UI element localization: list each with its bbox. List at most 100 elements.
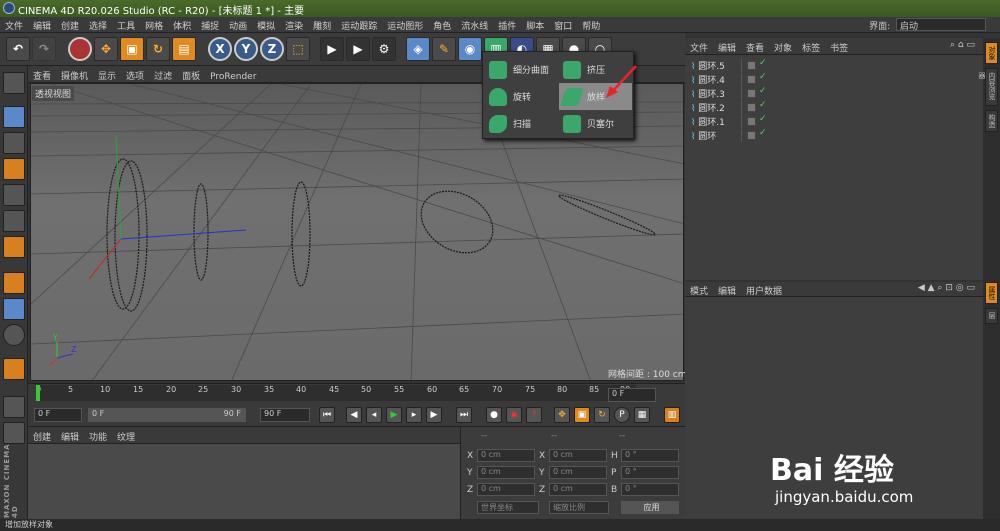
menu-select[interactable]: 选择 xyxy=(84,17,112,34)
tweak-mode-icon[interactable] xyxy=(3,298,25,320)
interface-dropdown[interactable]: 启动 xyxy=(896,18,986,32)
menu-plugins[interactable]: 插件 xyxy=(493,17,521,34)
scale-mode-dropdown[interactable]: 缩放比例 xyxy=(549,501,609,514)
bezier-item[interactable]: 贝塞尔 xyxy=(559,110,632,137)
apply-button[interactable]: 应用 xyxy=(621,501,679,514)
visibility-toggle[interactable] xyxy=(747,103,756,112)
timeline-window-icon[interactable]: ▥ xyxy=(664,407,680,423)
menu-simulate[interactable]: 模拟 xyxy=(252,17,280,34)
settings-icon[interactable]: ◎ xyxy=(956,283,964,293)
start-frame-field[interactable]: 0 F xyxy=(34,408,82,422)
home-icon[interactable]: ⌂ xyxy=(958,40,964,50)
coordinate-system-icon[interactable]: ⬚ xyxy=(286,37,310,61)
menu-pipeline[interactable]: 流水线 xyxy=(456,17,493,34)
tab-structure[interactable]: 构造 xyxy=(985,110,998,132)
lock-icon[interactable] xyxy=(3,396,25,418)
subdivision-icon[interactable]: ◉ xyxy=(458,37,482,61)
redo-icon[interactable]: ↷ xyxy=(32,37,56,61)
key-position-icon[interactable]: ✥ xyxy=(554,407,570,423)
menu-create[interactable]: 创建 xyxy=(56,17,84,34)
snap-icon[interactable] xyxy=(3,324,25,346)
object-row-ring-1[interactable]: ⌇ 圆环.1 ✓ xyxy=(691,114,971,128)
rotation-h-field[interactable]: 0 ° xyxy=(621,449,679,462)
end-frame-field[interactable]: 90 F xyxy=(260,408,310,422)
tab-attributes[interactable]: 属性 xyxy=(985,282,998,304)
enabled-check-icon[interactable]: ✓ xyxy=(759,114,767,124)
visibility-toggle[interactable] xyxy=(747,131,756,140)
visibility-toggle[interactable] xyxy=(747,75,756,84)
ring-4[interactable] xyxy=(114,160,148,312)
menu-window[interactable]: 窗口 xyxy=(549,17,577,34)
edges-mode-icon[interactable] xyxy=(3,210,25,232)
recent-tool-icon[interactable]: ▤ xyxy=(172,37,196,61)
undo-icon[interactable]: ↶ xyxy=(6,37,30,61)
enabled-check-icon[interactable]: ✓ xyxy=(759,58,767,68)
back-arrow-icon[interactable]: ◀ xyxy=(918,283,925,293)
position-y-field[interactable]: 0 cm xyxy=(477,466,535,479)
position-x-field[interactable]: 0 cm xyxy=(477,449,535,462)
render-settings-icon[interactable]: ⚙ xyxy=(372,37,396,61)
menu-sculpt[interactable]: 雕刻 xyxy=(308,17,336,34)
playhead-marker[interactable] xyxy=(36,385,40,401)
menu-tools[interactable]: 工具 xyxy=(112,17,140,34)
menu-help[interactable]: 帮助 xyxy=(577,17,605,34)
ring-2[interactable] xyxy=(291,181,311,287)
timeline-ruler[interactable]: 0 5 10 15 20 25 30 35 40 45 50 55 60 65 … xyxy=(36,385,636,401)
visibility-toggle[interactable] xyxy=(747,61,756,70)
enabled-check-icon[interactable]: ✓ xyxy=(759,128,767,138)
rotation-b-field[interactable]: 0 ° xyxy=(621,483,679,496)
scale-icon[interactable]: ▣ xyxy=(120,37,144,61)
menu-mesh[interactable]: 网格 xyxy=(140,17,168,34)
z-axis-button[interactable]: Z xyxy=(260,37,284,61)
points-mode-icon[interactable] xyxy=(3,184,25,206)
object-row-ring-2[interactable]: ⌇ 圆环.2 ✓ xyxy=(691,100,971,114)
size-y-field[interactable]: 0 cm xyxy=(549,466,607,479)
key-param-icon[interactable]: P xyxy=(614,407,630,423)
key-scale-icon[interactable]: ▣ xyxy=(574,407,590,423)
size-x-field[interactable]: 0 cm xyxy=(549,449,607,462)
search-icon[interactable]: ⌕ xyxy=(950,40,955,50)
object-row-ring-5[interactable]: ⌇ 圆环.5 ✓ xyxy=(691,58,971,72)
ring-5[interactable] xyxy=(106,158,140,310)
menu-edit[interactable]: 编辑 xyxy=(28,17,56,34)
ring[interactable] xyxy=(557,192,656,238)
next-frame-icon[interactable]: ▸ xyxy=(406,407,422,423)
axis-mode-icon[interactable] xyxy=(3,272,25,294)
current-frame-field[interactable]: 0 F xyxy=(608,388,656,402)
cube-icon[interactable]: ◈ xyxy=(406,37,430,61)
keyframe-selection-icon[interactable]: ? xyxy=(526,407,542,423)
workplane-icon[interactable] xyxy=(3,158,25,180)
visibility-toggle[interactable] xyxy=(747,117,756,126)
position-z-field[interactable]: 0 cm xyxy=(477,483,535,496)
size-z-field[interactable]: 0 cm xyxy=(549,483,607,496)
enabled-check-icon[interactable]: ✓ xyxy=(759,72,767,82)
next-key-icon[interactable]: ▶ xyxy=(426,407,442,423)
lock-icon[interactable]: ⊡ xyxy=(945,283,953,293)
visibility-toggle[interactable] xyxy=(747,89,756,98)
x-axis-button[interactable]: X xyxy=(208,37,232,61)
y-axis-button[interactable]: Y xyxy=(234,37,258,61)
live-selection-icon[interactable] xyxy=(68,37,92,61)
render-picture-viewer-icon[interactable]: ▶ xyxy=(346,37,370,61)
model-mode-icon[interactable] xyxy=(3,106,25,128)
magnet-icon[interactable] xyxy=(3,358,25,380)
rotation-p-field[interactable]: 0 ° xyxy=(621,466,679,479)
ring-3[interactable] xyxy=(193,183,209,281)
up-arrow-icon[interactable]: ▲ xyxy=(928,283,935,293)
subdivision-surface-item[interactable]: 细分曲面 xyxy=(485,56,558,83)
lathe-item[interactable]: 旋转 xyxy=(485,83,558,110)
world-coordinates-dropdown[interactable]: 世界坐标 xyxy=(477,501,539,514)
tab-objects[interactable]: 对象 xyxy=(985,42,998,64)
menu-animate[interactable]: 动画 xyxy=(224,17,252,34)
previous-frame-icon[interactable]: ◂ xyxy=(366,407,382,423)
menu-mograph[interactable]: 运动图形 xyxy=(382,17,428,34)
menu-character[interactable]: 角色 xyxy=(428,17,456,34)
go-to-start-icon[interactable]: ⏮ xyxy=(319,407,335,423)
render-view-icon[interactable]: ▶ xyxy=(320,37,344,61)
tab-layers[interactable]: 层 xyxy=(985,308,998,324)
menu-render[interactable]: 渲染 xyxy=(280,17,308,34)
key-rotation-icon[interactable]: ↻ xyxy=(594,407,610,423)
move-icon[interactable]: ✥ xyxy=(94,37,118,61)
auto-key-icon[interactable]: ◉ xyxy=(506,407,522,423)
menu-volume[interactable]: 体积 xyxy=(168,17,196,34)
